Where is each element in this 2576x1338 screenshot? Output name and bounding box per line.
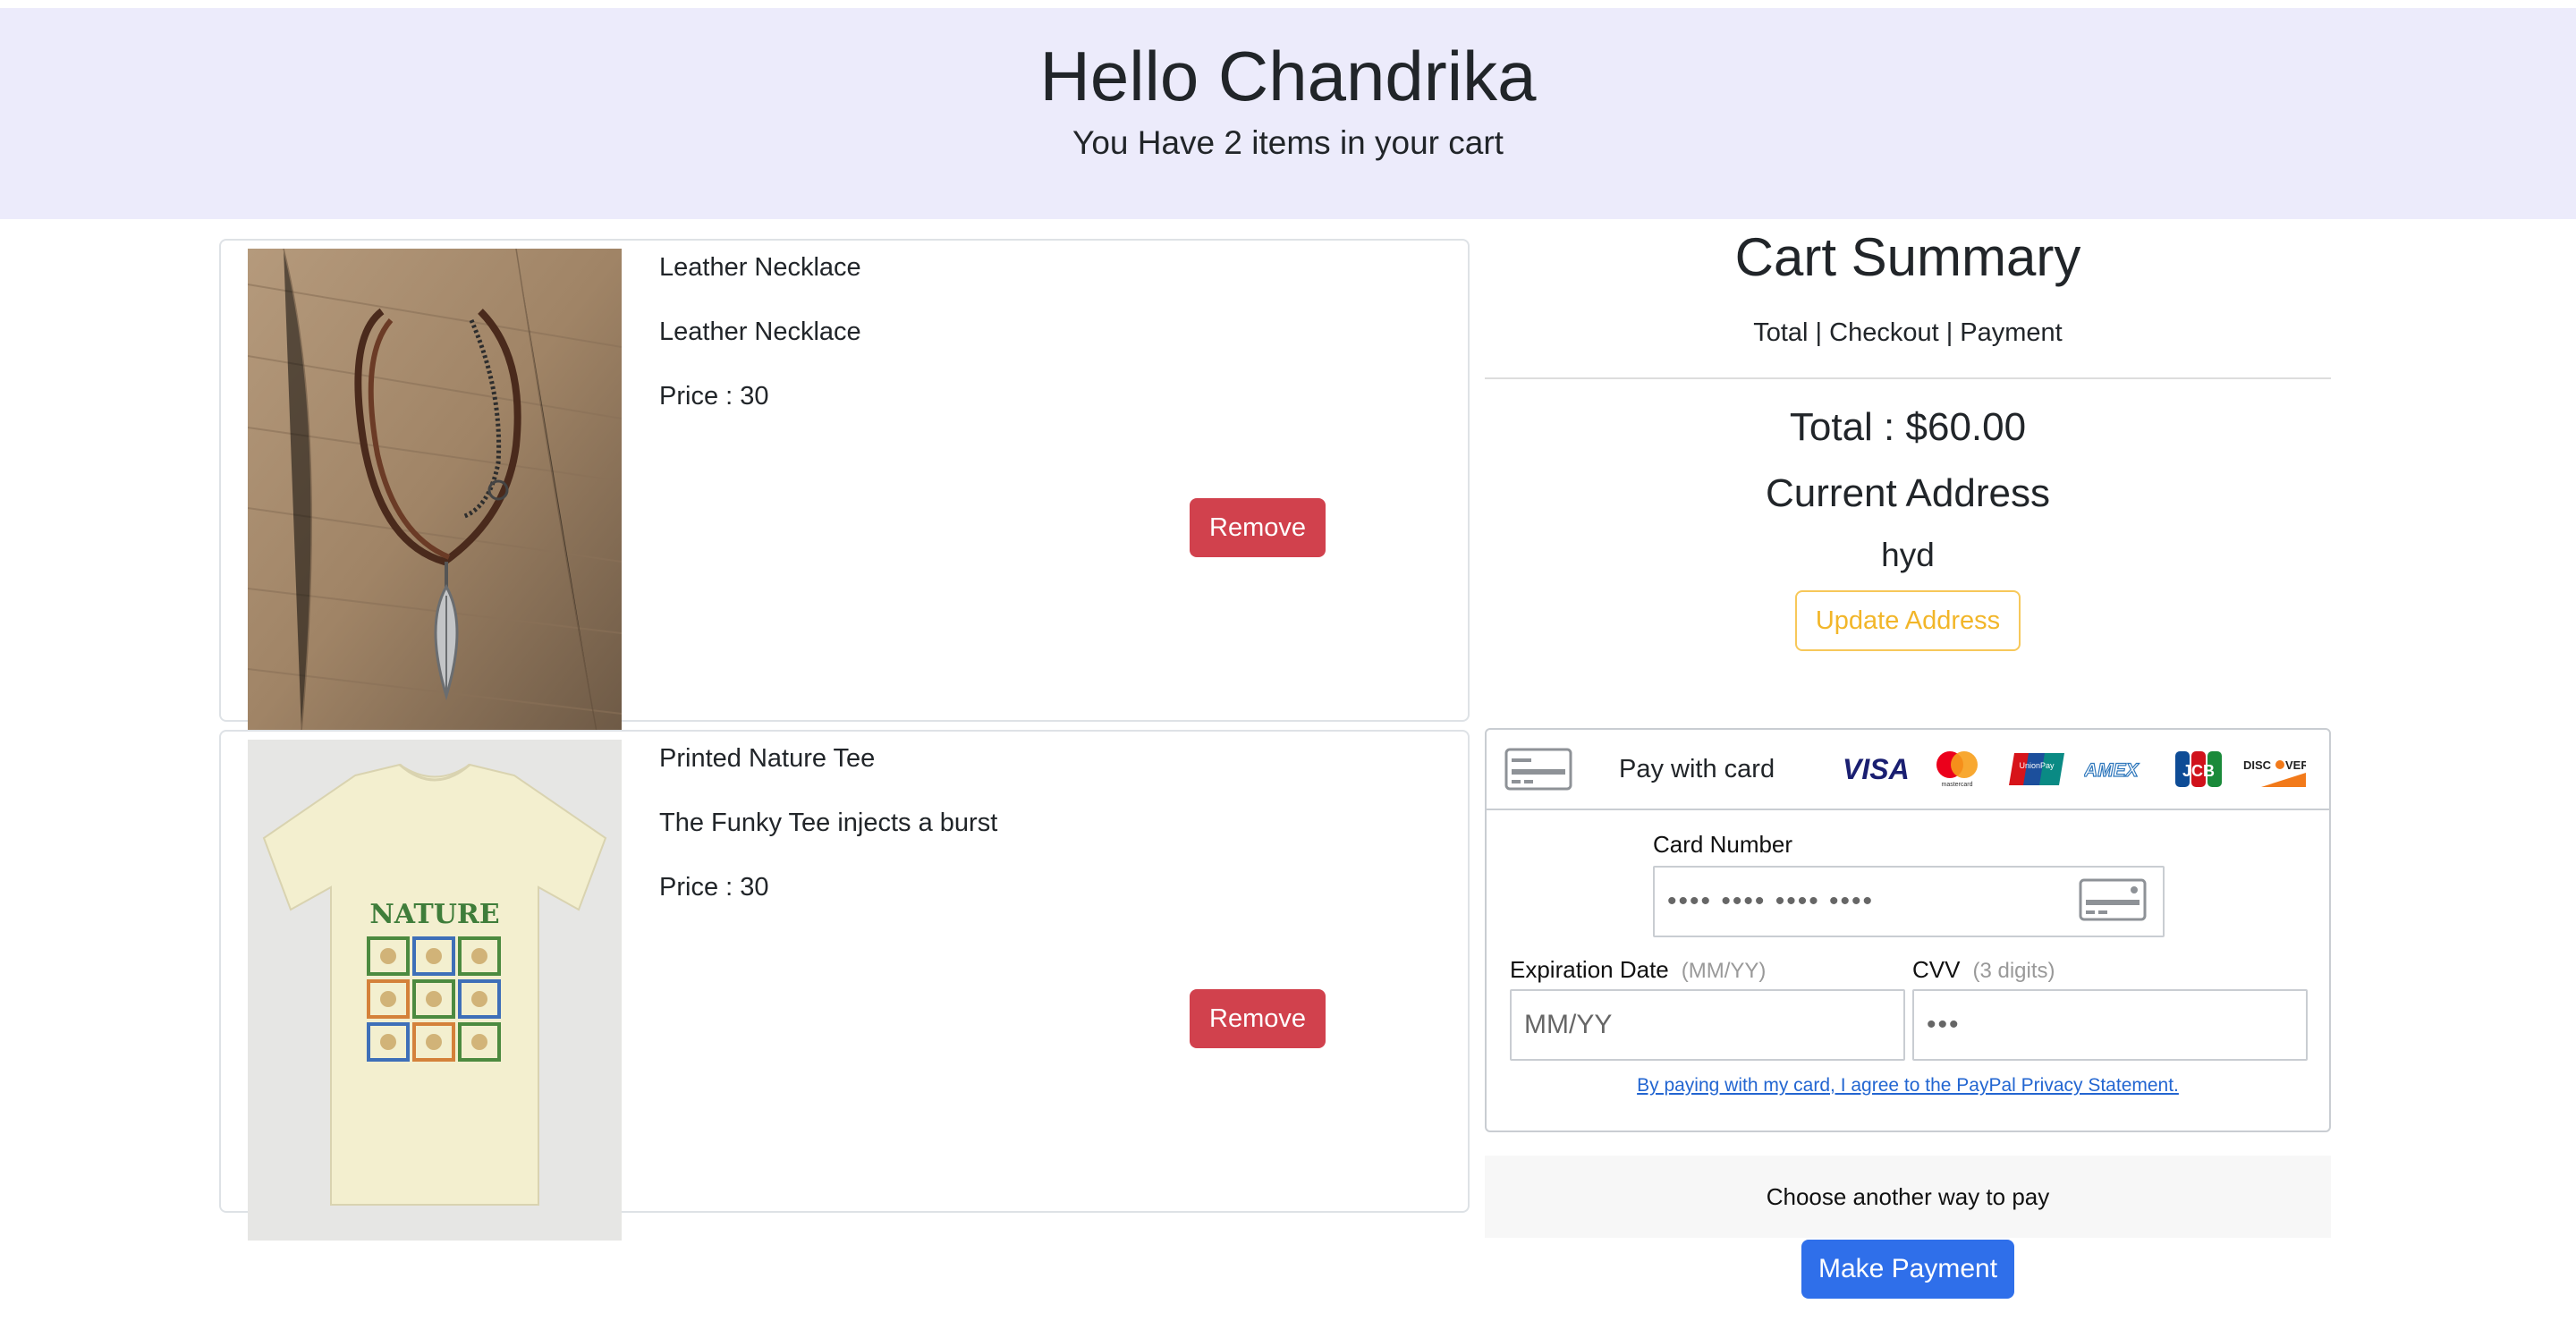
amex-icon: AMEX [2082, 758, 2147, 784]
item-description: The Funky Tee injects a burst [659, 809, 998, 837]
expiration-date-label: Expiration Date (MM/YY) [1510, 955, 1766, 986]
svg-text:JCB: JCB [2182, 762, 2215, 780]
address-heading: Current Address [1766, 471, 2050, 515]
discover-icon: DISC VER [2243, 757, 2309, 792]
greeting-title: Hello Chandrika [1039, 37, 1537, 115]
mastercard-icon: mastercard [1932, 749, 1982, 793]
choose-another-way-to-pay[interactable]: Choose another way to pay [1485, 1156, 2331, 1238]
card-payment-form: Pay with card VISA mastercard UnionPay A… [1485, 728, 2331, 1132]
greeting-banner: Hello Chandrika You Have 2 items in your… [0, 8, 2576, 219]
item-price: Price : 30 [659, 873, 769, 902]
expiration-hint: (MM/YY) [1681, 959, 1767, 983]
remove-item-button[interactable]: Remove [1190, 498, 1326, 557]
cart-item: Leather Necklace Leather Necklace Price … [219, 239, 1470, 732]
svg-text:VISA: VISA [1843, 755, 1910, 783]
pay-with-card-label: Pay with card [1619, 755, 1775, 783]
svg-text:VER: VER [2285, 758, 2306, 772]
svg-text:AMEX: AMEX [2084, 760, 2140, 780]
cvv-label-text: CVV [1912, 956, 1961, 983]
card-number-label: Card Number [1653, 831, 1793, 858]
checkout-steps: Total | Checkout | Payment [1753, 318, 2063, 347]
svg-text:DISC: DISC [2243, 758, 2272, 772]
make-payment-button[interactable]: Make Payment [1801, 1240, 2014, 1299]
expiration-date-input[interactable] [1510, 989, 1905, 1061]
remove-item-button[interactable]: Remove [1190, 989, 1326, 1048]
update-address-button[interactable]: Update Address [1795, 590, 2021, 651]
paypal-privacy-link[interactable]: By paying with my card, I agree to the P… [1487, 1075, 2329, 1097]
cart-item: NATURE Printed Nature Tee The Funky Tee … [219, 730, 1470, 1241]
expiration-label-text: Expiration Date [1510, 956, 1669, 983]
cart-summary-title: Cart Summary [1734, 227, 2081, 287]
svg-text:mastercard: mastercard [1941, 782, 1972, 788]
unionpay-icon: UnionPay [2009, 751, 2064, 792]
summary-divider [1485, 377, 2331, 379]
jcb-icon: JCB [2175, 751, 2222, 792]
cart-count-text: You Have 2 items in your cart [1072, 124, 1504, 161]
item-title: Leather Necklace [659, 253, 861, 282]
shirt-print-text: NATURE [369, 899, 499, 930]
cvv-hint: (3 digits) [1972, 959, 2055, 983]
leather-necklace-image [248, 249, 622, 732]
card-input-icon [2079, 878, 2147, 926]
cart-total: Total : $60.00 [1789, 405, 2027, 449]
visa-icon: VISA [1843, 753, 1911, 788]
cvv-input[interactable] [1912, 989, 2308, 1061]
address-value: hyd [1881, 537, 1935, 573]
credit-card-icon [1504, 748, 1572, 795]
pay-with-card-header[interactable]: Pay with card VISA mastercard UnionPay A… [1487, 730, 2329, 810]
item-price: Price : 30 [659, 382, 769, 411]
nature-tshirt-image: NATURE [248, 740, 622, 1241]
item-description: Leather Necklace [659, 318, 861, 346]
cvv-label: CVV (3 digits) [1912, 955, 2055, 986]
svg-text:UnionPay: UnionPay [2019, 761, 2055, 770]
item-title: Printed Nature Tee [659, 744, 876, 773]
